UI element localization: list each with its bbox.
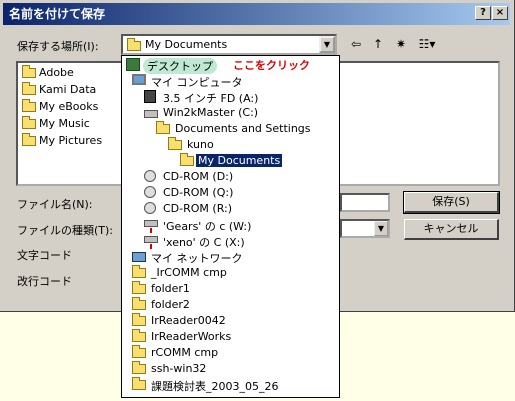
folder-open-icon <box>180 153 194 166</box>
dropdown-item-folder[interactable]: IrReader0042 <box>132 313 332 329</box>
floppy-icon <box>144 90 156 103</box>
dropdown-item-my-computer[interactable]: マイ コンピュータ <box>132 73 332 89</box>
dropdown-item-network-drive-w[interactable]: 'Gears' の c (W:) <box>144 217 334 233</box>
dropdown-item-my-network[interactable]: マイ ネットワーク <box>132 249 332 265</box>
drive-icon <box>144 110 158 118</box>
up-folder-icon[interactable]: ↑ <box>368 35 388 53</box>
list-item-label: My Pictures <box>39 134 103 147</box>
folder-icon <box>22 65 36 78</box>
filetype-select[interactable]: ▼ <box>340 219 390 238</box>
network-drive-icon <box>144 220 158 233</box>
save-in-dropdown-list[interactable]: デスクトップ マイ コンピュータ 3.5 インチ FD (A:) Win2kMa… <box>121 55 340 398</box>
save-in-combo[interactable]: My Documents ▼ <box>121 34 337 55</box>
dropdown-item-my-documents[interactable]: My Documents <box>180 153 330 169</box>
save-in-value: My Documents <box>145 38 228 51</box>
dropdown-item-folder[interactable]: folder1 <box>132 281 332 297</box>
cd-icon <box>144 202 156 214</box>
cd-icon <box>144 186 156 198</box>
dropdown-item-cd-q[interactable]: CD-ROM (Q:) <box>144 185 334 201</box>
folder-icon <box>168 137 182 150</box>
cd-icon <box>144 170 156 182</box>
folder-icon <box>22 116 36 129</box>
folder-icon <box>132 297 146 310</box>
filename-label: ファイル名(N): <box>17 198 93 211</box>
dropdown-item-folder[interactable]: folder2 <box>132 297 332 313</box>
dropdown-item-documents-and-settings[interactable]: Documents and Settings <box>156 121 336 137</box>
dropdown-item-folder[interactable]: _IrCOMM cmp <box>132 265 332 281</box>
folder-icon <box>132 361 146 374</box>
back-icon[interactable]: ⇦ <box>346 35 366 53</box>
click-here-annotation: ここをクリック <box>233 59 310 72</box>
dropdown-item-network-drive-x[interactable]: 'xeno' の C (X:) <box>144 233 334 249</box>
folder-icon <box>132 377 146 390</box>
folder-icon <box>132 313 146 326</box>
filename-field[interactable] <box>340 193 390 212</box>
dropdown-item-folder[interactable]: ssh-win32 <box>132 361 332 377</box>
close-button[interactable]: × <box>492 6 508 20</box>
dropdown-item-folder[interactable]: rCOMM cmp <box>132 345 332 361</box>
cancel-button[interactable]: キャンセル <box>404 219 499 240</box>
save-in-label: 保存する場所(I): <box>17 40 99 53</box>
folder-icon <box>132 329 146 342</box>
list-item-label: My eBooks <box>39 100 99 113</box>
chevron-down-icon[interactable]: ▼ <box>319 36 335 53</box>
dropdown-item-cd-r[interactable]: CD-ROM (R:) <box>144 201 334 217</box>
folder-icon <box>22 99 36 112</box>
list-item-label: Kami Data <box>39 83 97 96</box>
window-title: 名前を付けて保存 <box>9 7 106 21</box>
dropdown-item-kuno[interactable]: kuno <box>168 137 328 153</box>
new-folder-icon[interactable]: ✷ <box>391 35 411 53</box>
filetype-label: ファイルの種類(T): <box>17 224 114 237</box>
encoding-label: 文字コード <box>17 249 72 262</box>
folder-icon <box>132 265 146 278</box>
dropdown-item-floppy[interactable]: 3.5 インチ FD (A:) <box>144 89 334 105</box>
network-drive-icon <box>144 236 158 249</box>
dropdown-item-folder[interactable]: IrReaderWorks <box>132 329 332 345</box>
help-button[interactable]: ? <box>475 6 491 20</box>
list-item-label: Adobe <box>39 66 74 79</box>
folder-icon <box>156 121 170 134</box>
list-item-label: My Music <box>39 117 90 130</box>
network-icon <box>132 252 146 262</box>
dropdown-item-cd-d[interactable]: CD-ROM (D:) <box>144 169 334 185</box>
folder-icon <box>127 38 141 51</box>
dropdown-item-drive-c[interactable]: Win2kMaster (C:) <box>144 105 334 121</box>
newline-label: 改行コード <box>17 275 72 288</box>
chevron-down-icon[interactable]: ▼ <box>374 221 388 236</box>
title-bar: 名前を付けて保存 <box>3 3 510 25</box>
folder-icon <box>132 345 146 358</box>
save-button[interactable]: 保存(S) <box>403 191 500 214</box>
desktop-icon <box>126 58 140 71</box>
folder-icon <box>22 133 36 146</box>
dropdown-item-folder[interactable]: 課題検討表_2003_05_26 <box>132 377 332 393</box>
view-menu-icon[interactable]: ☷▾ <box>414 35 440 53</box>
folder-icon <box>22 82 36 95</box>
computer-icon <box>132 74 146 85</box>
folder-icon <box>132 281 146 294</box>
